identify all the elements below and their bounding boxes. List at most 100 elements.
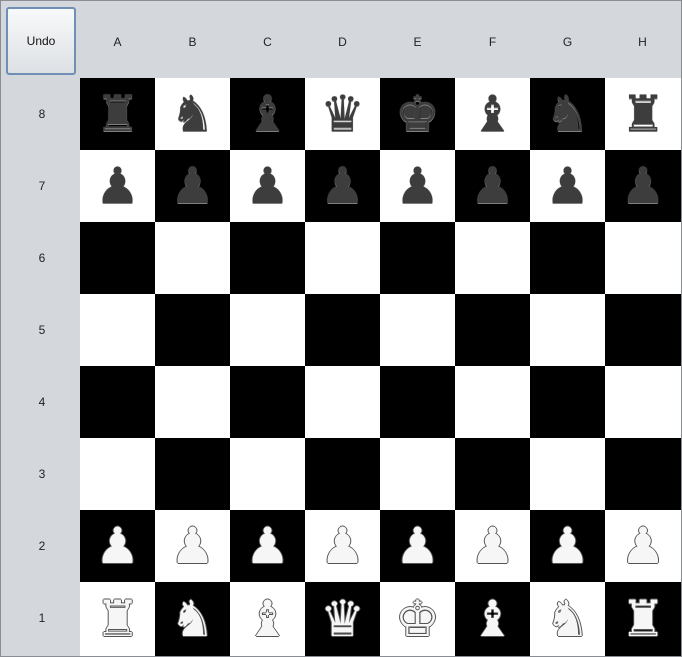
square-f3[interactable] (455, 438, 530, 510)
chess-window: Undo A B C D E F G H 8 7 6 5 4 3 2 1 ♜ ♞ ♝… (0, 0, 682, 657)
square-c8[interactable]: ♝ (230, 78, 305, 150)
square-a8[interactable]: ♜ (80, 78, 155, 150)
square-g6[interactable] (530, 222, 605, 294)
square-f5[interactable] (455, 294, 530, 366)
square-c5[interactable] (230, 294, 305, 366)
square-c6[interactable] (230, 222, 305, 294)
rank-label-1: 1 (38, 611, 46, 625)
black-pawn-icon: ♟ (395, 157, 440, 215)
square-h8[interactable]: ♜ (605, 78, 681, 150)
square-f6[interactable] (455, 222, 530, 294)
square-b7[interactable]: ♟ (155, 150, 230, 222)
square-d3[interactable] (305, 438, 380, 510)
square-d5[interactable] (305, 294, 380, 366)
square-a2[interactable]: ♟ (80, 510, 155, 582)
black-king-icon: ♚ (395, 85, 440, 143)
square-g8[interactable]: ♞ (530, 78, 605, 150)
black-pawn-icon: ♟ (170, 157, 215, 215)
square-g1[interactable]: ♞ (530, 582, 605, 656)
white-knight-icon: ♞ (545, 590, 590, 648)
black-knight-icon: ♞ (170, 85, 215, 143)
square-f4[interactable] (455, 366, 530, 438)
square-h2[interactable]: ♟ (605, 510, 681, 582)
square-a6[interactable] (80, 222, 155, 294)
square-a4[interactable] (80, 366, 155, 438)
square-f7[interactable]: ♟ (455, 150, 530, 222)
square-h7[interactable]: ♟ (605, 150, 681, 222)
black-knight-icon: ♞ (545, 85, 590, 143)
rank-label-4: 4 (38, 395, 46, 409)
square-d1[interactable]: ♛ (305, 582, 380, 656)
square-e7[interactable]: ♟ (380, 150, 455, 222)
square-c7[interactable]: ♟ (230, 150, 305, 222)
square-c3[interactable] (230, 438, 305, 510)
square-g4[interactable] (530, 366, 605, 438)
square-e8[interactable]: ♚ (380, 78, 455, 150)
rank-label-8: 8 (38, 107, 46, 121)
white-rook-icon: ♜ (95, 590, 140, 648)
square-c4[interactable] (230, 366, 305, 438)
square-b4[interactable] (155, 366, 230, 438)
file-label-h: H (638, 35, 647, 49)
square-d2[interactable]: ♟ (305, 510, 380, 582)
black-queen-icon: ♛ (320, 85, 365, 143)
square-g7[interactable]: ♟ (530, 150, 605, 222)
square-e2[interactable]: ♟ (380, 510, 455, 582)
square-e5[interactable] (380, 294, 455, 366)
square-e4[interactable] (380, 366, 455, 438)
white-pawn-icon: ♟ (620, 517, 666, 575)
black-pawn-icon: ♟ (245, 157, 290, 215)
square-a7[interactable]: ♟ (80, 150, 155, 222)
square-a5[interactable] (80, 294, 155, 366)
file-label-a: A (113, 35, 122, 49)
white-bishop-icon: ♝ (470, 590, 515, 648)
square-d4[interactable] (305, 366, 380, 438)
square-g2[interactable]: ♟ (530, 510, 605, 582)
square-f2[interactable]: ♟ (455, 510, 530, 582)
white-pawn-icon: ♟ (95, 517, 140, 575)
square-e1[interactable]: ♚ (380, 582, 455, 656)
square-h3[interactable] (605, 438, 681, 510)
black-pawn-icon: ♟ (95, 157, 140, 215)
square-h5[interactable] (605, 294, 681, 366)
square-h6[interactable] (605, 222, 681, 294)
square-d7[interactable]: ♟ (305, 150, 380, 222)
file-label-d: D (338, 35, 347, 49)
white-pawn-icon: ♟ (170, 517, 215, 575)
square-d8[interactable]: ♛ (305, 78, 380, 150)
file-label-f: F (488, 35, 497, 49)
file-label-c: C (263, 35, 272, 49)
file-label-b: B (188, 35, 197, 49)
undo-button[interactable]: Undo (6, 7, 76, 75)
white-pawn-icon: ♟ (470, 517, 515, 575)
square-b8[interactable]: ♞ (155, 78, 230, 150)
square-h4[interactable] (605, 366, 681, 438)
square-f1[interactable]: ♝ (455, 582, 530, 656)
rank-label-6: 6 (38, 251, 46, 265)
square-e6[interactable] (380, 222, 455, 294)
square-h1[interactable]: ♜ (605, 582, 681, 656)
rank-label-2: 2 (38, 539, 46, 553)
square-c1[interactable]: ♝ (230, 582, 305, 656)
square-b5[interactable] (155, 294, 230, 366)
white-pawn-icon: ♟ (320, 517, 365, 575)
square-g3[interactable] (530, 438, 605, 510)
square-b2[interactable]: ♟ (155, 510, 230, 582)
square-a3[interactable] (80, 438, 155, 510)
square-a1[interactable]: ♜ (80, 582, 155, 656)
white-knight-icon: ♞ (170, 590, 215, 648)
black-pawn-icon: ♟ (470, 157, 515, 215)
black-pawn-icon: ♟ (620, 157, 666, 215)
square-g5[interactable] (530, 294, 605, 366)
square-b6[interactable] (155, 222, 230, 294)
black-bishop-icon: ♝ (245, 85, 290, 143)
white-queen-icon: ♛ (320, 590, 365, 648)
square-e3[interactable] (380, 438, 455, 510)
square-d6[interactable] (305, 222, 380, 294)
file-label-e: E (413, 35, 422, 49)
square-f8[interactable]: ♝ (455, 78, 530, 150)
rank-label-5: 5 (38, 323, 46, 337)
square-b3[interactable] (155, 438, 230, 510)
square-b1[interactable]: ♞ (155, 582, 230, 656)
square-c2[interactable]: ♟ (230, 510, 305, 582)
